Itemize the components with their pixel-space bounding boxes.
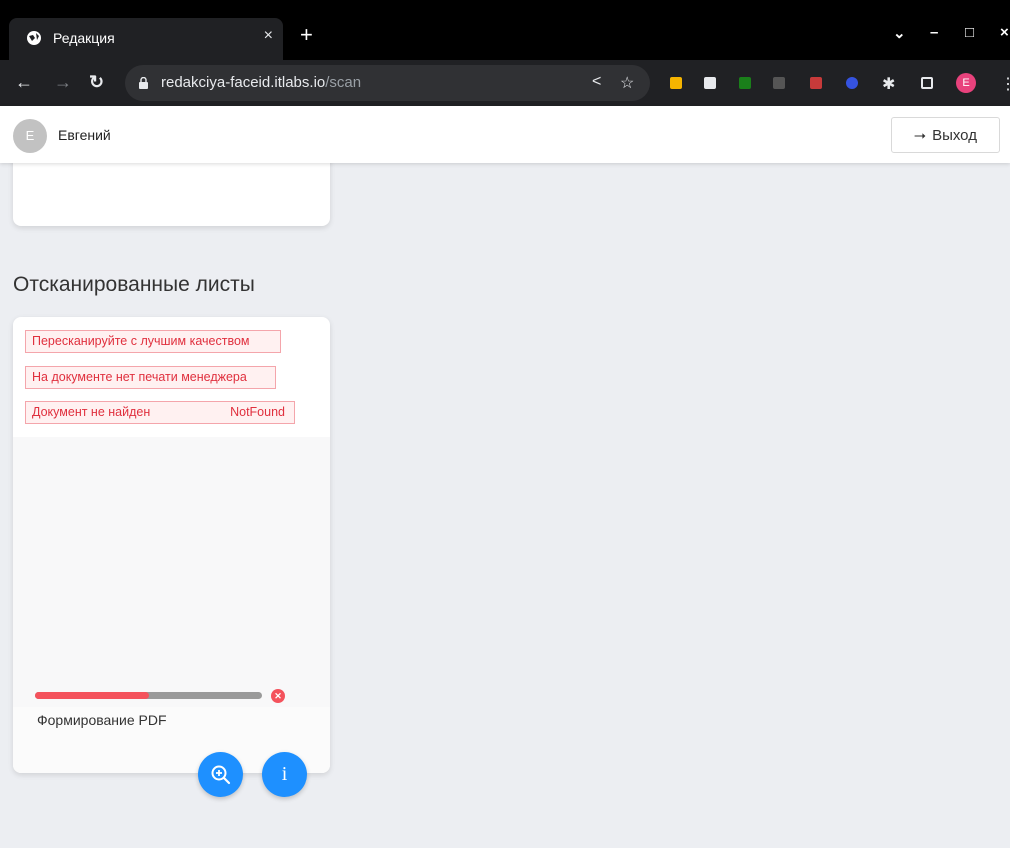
share-icon[interactable]: < <box>592 73 601 91</box>
cancel-icon[interactable]: ✕ <box>271 689 285 703</box>
minimize-icon[interactable]: – <box>930 24 938 41</box>
maximize-icon[interactable]: □ <box>965 24 974 41</box>
progress-label: Формирование PDF <box>37 712 167 728</box>
profile-avatar[interactable]: E <box>956 73 976 93</box>
info-button[interactable]: i <box>262 752 307 797</box>
progress-fill <box>35 692 149 699</box>
error-text: Пересканируйте с лучшим качеством <box>32 334 250 348</box>
menu-kebab-icon[interactable]: ⋮ <box>1000 74 1010 94</box>
side-panel-icon[interactable] <box>921 77 933 89</box>
browser-toolbar: ← → ↻ redakciya-faceid.itlabs.io/scan < … <box>0 60 1010 106</box>
avatar[interactable]: E <box>13 119 47 153</box>
browser-tab-bar: Редакция × + ⌄ – □ × <box>0 0 1010 60</box>
info-icon: i <box>281 763 288 785</box>
tab-title: Редакция <box>53 30 115 46</box>
scan-preview <box>13 437 330 707</box>
zoom-button[interactable] <box>198 752 243 797</box>
bookmark-star-icon[interactable]: ☆ <box>620 73 634 93</box>
tab-close-icon[interactable]: × <box>264 27 273 45</box>
url-host: redakciya-faceid.itlabs.io <box>161 74 326 91</box>
app-header: E Евгений ⭢ Выход <box>0 106 1010 163</box>
logout-button[interactable]: ⭢ Выход <box>891 117 1000 153</box>
progress-bar <box>35 692 262 699</box>
browser-tab[interactable]: Редакция × <box>9 18 283 60</box>
extension-lock-icon[interactable] <box>670 77 682 89</box>
window-close-icon[interactable]: × <box>1000 24 1009 41</box>
logout-label: Выход <box>932 126 977 144</box>
globe-icon <box>27 31 41 45</box>
new-tab-button[interactable]: + <box>300 24 313 46</box>
extension-record-icon[interactable] <box>810 77 822 89</box>
lock-icon <box>139 77 148 89</box>
error-text: Документ не найден <box>32 405 151 419</box>
url-path: /scan <box>325 74 362 91</box>
extension-leaf-icon[interactable] <box>773 77 785 89</box>
back-icon[interactable]: ← <box>15 71 33 93</box>
section-title: Отсканированные листы <box>13 273 255 296</box>
forward-icon[interactable]: → <box>54 71 72 93</box>
address-bar[interactable]: redakciya-faceid.itlabs.io/scan < ☆ <box>125 65 650 101</box>
scanned-sheet-card[interactable]: Пересканируйте с лучшим качеством На док… <box>13 317 330 773</box>
url-text: redakciya-faceid.itlabs.io/scan <box>161 74 361 91</box>
extension-window-icon[interactable] <box>704 77 716 89</box>
tab-search-icon[interactable]: ⌄ <box>893 24 906 42</box>
extensions-puzzle-icon[interactable]: ✱ <box>882 74 895 94</box>
extension-download-icon[interactable] <box>739 77 751 89</box>
error-tag-no-stamp: На документе нет печати менеджера <box>25 366 276 389</box>
username: Евгений <box>58 127 111 143</box>
error-text: На документе нет печати менеджера <box>32 370 247 384</box>
reload-icon[interactable]: ↻ <box>89 71 104 93</box>
logout-icon: ⭢ <box>914 126 927 144</box>
error-tag-not-found: Документ не найден NotFound <box>25 401 295 424</box>
error-tag-rescan: Пересканируйте с лучшим качеством <box>25 330 281 353</box>
zoom-in-icon <box>211 765 230 784</box>
error-code: NotFound <box>230 405 285 419</box>
extension-globe-icon[interactable] <box>846 77 858 89</box>
